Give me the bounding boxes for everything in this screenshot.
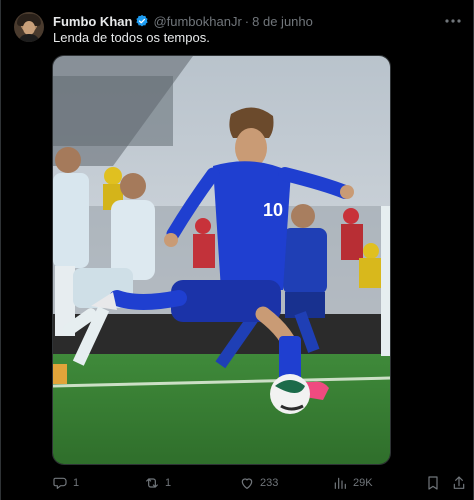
tweet-date[interactable]: 8 de junho <box>252 14 313 29</box>
photo-football-penalty-icon: 10 <box>53 56 390 464</box>
retweet-icon <box>146 478 158 488</box>
heart-icon <box>241 478 253 489</box>
more-options-icon[interactable] <box>443 12 463 30</box>
retweet-button[interactable]: 1 <box>144 472 171 494</box>
tweet-text: Lenda de todos os tempos. <box>53 30 210 45</box>
avatar[interactable] <box>14 12 44 42</box>
share-button[interactable] <box>451 472 467 494</box>
reply-count: 1 <box>73 477 80 489</box>
tweet-header: Fumbo Khan @fumbokhanJr · 8 de junho <box>53 12 313 30</box>
author-name[interactable]: Fumbo Khan <box>53 14 132 29</box>
views-button[interactable]: 29K <box>332 472 373 494</box>
like-button[interactable]: 233 <box>239 472 278 494</box>
tweet-actions: 1 1 233 29K <box>1 472 474 494</box>
bookmark-button[interactable] <box>425 472 441 494</box>
verified-badge-icon <box>136 14 149 27</box>
views-chart-icon <box>334 477 346 489</box>
tweet-card[interactable]: Fumbo Khan @fumbokhanJr · 8 de junho Len… <box>0 0 474 500</box>
bookmark-icon <box>428 476 438 490</box>
reply-icon <box>53 477 67 489</box>
share-icon <box>453 476 465 489</box>
svg-text:10: 10 <box>263 200 283 220</box>
separator-dot: · <box>244 13 250 29</box>
like-count: 233 <box>260 477 279 489</box>
tweet-photo[interactable]: 10 <box>52 55 391 465</box>
author-handle[interactable]: @fumbokhanJr <box>153 14 241 29</box>
reply-button[interactable]: 1 <box>52 472 79 494</box>
retweet-count: 1 <box>165 477 172 489</box>
views-count: 29K <box>353 477 373 489</box>
